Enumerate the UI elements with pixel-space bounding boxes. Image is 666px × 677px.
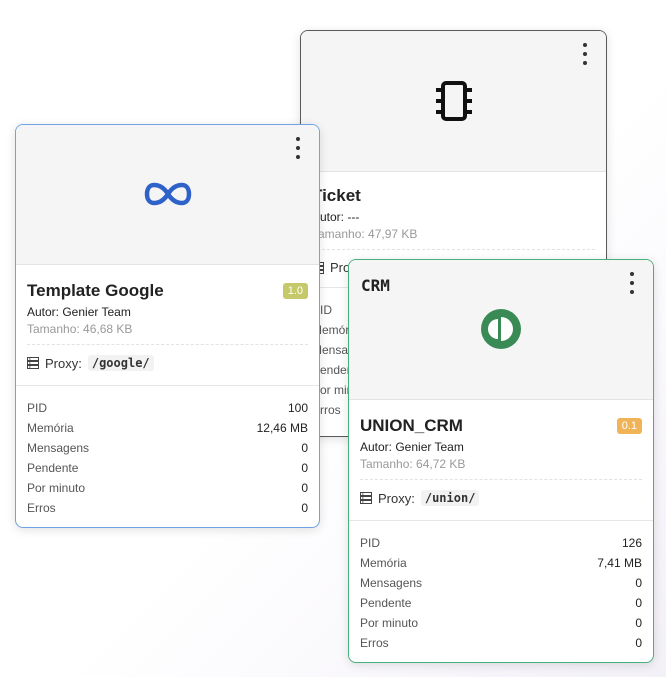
crm-header-text: CRM	[361, 276, 390, 295]
ticket-title: Ticket	[312, 186, 361, 205]
stat-value: 126	[621, 536, 642, 550]
crm-size: Tamanho: 64,72 KB	[360, 457, 466, 471]
stat-row: Por minuto 0	[360, 613, 642, 633]
template-author: Autor: Genier Team	[27, 305, 131, 319]
server-icon	[360, 492, 372, 504]
stat-value: 0	[301, 441, 308, 455]
stat-value: 0	[635, 616, 642, 630]
template-proxy-label: Proxy:	[45, 355, 82, 371]
ticket-size: Tamanho: 47,97 KB	[312, 227, 418, 241]
stat-value: 0	[301, 461, 308, 475]
stat-label: Memória	[360, 556, 407, 570]
template-google-card[interactable]: Template Google 1.0 Autor: Genier Team T…	[15, 124, 320, 528]
version-badge: 1.0	[282, 283, 308, 299]
stat-row: Pendente 0	[360, 593, 642, 613]
stat-row: Erros 0	[27, 498, 308, 518]
template-divider	[27, 344, 308, 345]
stat-row: Erros 0	[360, 633, 642, 653]
stat-label: Mensagens	[360, 576, 423, 590]
stat-value: 0	[301, 481, 308, 495]
stat-label: PID	[27, 401, 48, 415]
crm-proxy-path[interactable]: /union/	[420, 490, 480, 506]
stat-value: 0	[635, 636, 642, 650]
template-stats: PID 100 Memória 12,46 MB Mensagens 0 Penden…	[16, 385, 319, 527]
stat-value: 0	[635, 576, 642, 590]
stat-value: 0	[635, 596, 642, 610]
stat-row: Memória 12,46 MB	[27, 418, 308, 438]
stat-value: 0	[301, 501, 308, 515]
stat-label: PID	[360, 536, 381, 550]
crm-stats: PID 126 Memória 7,41 MB Mensagens 0 Pendent…	[349, 520, 653, 662]
template-proxy-row: Proxy: /google/	[27, 355, 308, 371]
server-icon	[27, 357, 39, 369]
stat-row: Por minuto 0	[27, 478, 308, 498]
chip-icon	[436, 81, 472, 121]
ticket-author: Autor: ---	[312, 210, 360, 224]
crm-proxy-label: Proxy:	[378, 490, 415, 506]
crm-logo-icon	[481, 309, 521, 349]
union-crm-card[interactable]: CRM UNION_CRM 0.1 Autor: Genier Team Tam…	[348, 259, 654, 663]
crm-proxy-row: Proxy: /union/	[360, 490, 642, 506]
template-size: Tamanho: 46,68 KB	[27, 322, 133, 336]
template-more-menu-button[interactable]	[291, 135, 305, 161]
stat-row: Pendente 0	[27, 458, 308, 478]
crm-card-header: CRM	[349, 260, 653, 400]
template-title: Template Google	[27, 281, 164, 300]
stat-label: Pendente	[360, 596, 412, 610]
stat-row: Memória 7,41 MB	[360, 553, 642, 573]
stat-label: Erros	[360, 636, 389, 650]
stat-label: Erros	[27, 501, 56, 515]
stat-value: 12,46 MB	[256, 421, 308, 435]
crm-title: UNION_CRM	[360, 416, 463, 435]
infinity-icon	[144, 182, 192, 206]
stat-row: Mensagens 0	[360, 573, 642, 593]
stat-value: 100	[287, 401, 308, 415]
ticket-card-header	[301, 31, 606, 172]
template-card-header	[16, 125, 319, 265]
ticket-divider	[312, 249, 595, 250]
stat-row: PID 126	[360, 533, 642, 553]
version-badge: 0.1	[616, 418, 642, 434]
stat-label: Pendente	[27, 461, 79, 475]
stat-label: Por minuto	[360, 616, 419, 630]
crm-more-menu-button[interactable]	[625, 270, 639, 296]
stat-row: Mensagens 0	[27, 438, 308, 458]
stat-row: PID 100	[27, 398, 308, 418]
stat-label: Por minuto	[27, 481, 86, 495]
template-proxy-path[interactable]: /google/	[87, 355, 154, 371]
stat-value: 7,41 MB	[597, 556, 642, 570]
crm-author: Autor: Genier Team	[360, 440, 464, 454]
stat-label: Memória	[27, 421, 74, 435]
stat-label: Mensagens	[27, 441, 90, 455]
crm-divider	[360, 479, 642, 480]
ticket-more-menu-button[interactable]	[578, 41, 592, 67]
